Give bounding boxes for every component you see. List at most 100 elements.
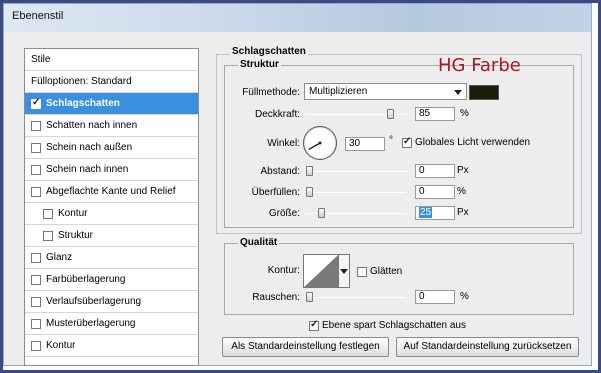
style-checkbox[interactable] [31,274,41,285]
style-list-item[interactable]: Stile [25,49,198,71]
antialias-check-box[interactable] [357,266,367,277]
quality-group [224,243,574,315]
layer-style-dialog: Ebenenstil Stile Fülloptionen: Standard Sc… [3,3,592,366]
section-title: Schlagschatten [230,46,308,57]
spread-label: Überfüllen: [251,187,300,198]
chevron-down-icon [340,269,348,274]
spread-input[interactable]: 0 [415,185,455,199]
contour-preview[interactable] [303,254,339,288]
knockout-checkbox[interactable]: Ebene spart Schlagschatten aus [309,319,466,331]
style-list-item[interactable]: Musterüberlagerung [25,313,198,335]
spread-unit: % [457,186,466,197]
style-list-item[interactable]: Farbüberlagerung [25,269,198,291]
style-list-label: Schatten nach innen [46,120,138,131]
style-checkbox[interactable] [43,230,53,241]
angle-value: 30 [349,138,361,149]
style-list-label: Schlagschatten [46,98,120,109]
style-list-item[interactable]: Struktur [25,225,198,247]
opacity-slider-thumb[interactable] [387,109,394,119]
distance-value: 0 [419,165,425,176]
distance-slider-track[interactable] [306,171,406,172]
style-list-item[interactable]: Kontur [25,203,198,225]
fill-mode-dropdown[interactable]: Multiplizieren [304,83,467,100]
style-list-label: Kontur [46,340,76,351]
chevron-down-icon [454,90,462,95]
style-list-item[interactable]: Fülloptionen: Standard [25,71,198,93]
style-list-item[interactable]: Kontur [25,335,198,357]
opacity-value: 85 [419,108,431,119]
distance-slider-thumb[interactable] [306,166,313,176]
style-checkbox[interactable] [31,142,41,153]
style-list-label: Kontur [58,208,88,219]
style-list-label: Stile [31,54,51,65]
style-list-label: Verlaufsüberlagerung [46,296,142,307]
style-list-item[interactable]: Schatten nach innen [25,115,198,137]
style-list-label: Farbüberlagerung [46,274,126,285]
opacity-label: Deckkraft: [254,109,300,120]
size-slider-thumb[interactable] [318,208,325,218]
style-list-label: Glanz [46,252,73,263]
opacity-input[interactable]: 85 [415,107,455,121]
angle-dial-needle [308,141,322,151]
style-list-item[interactable]: Abgeflachte Kante und Relief [25,181,198,203]
quality-title: Qualität [238,237,280,248]
style-checkbox[interactable] [31,120,41,131]
style-list-label: Abgeflachte Kante und Relief [46,186,176,197]
knockout-check-box[interactable] [309,319,319,331]
set-default-button[interactable]: Als Standardeinstellung festlegen [222,337,389,357]
spread-slider-thumb[interactable] [306,187,313,197]
size-unit: Px [457,207,469,218]
spread-value: 0 [419,186,425,197]
shadow-color-swatch[interactable] [469,85,499,100]
style-list-item[interactable]: Schein nach außen [25,137,198,159]
noise-slider-thumb[interactable] [306,292,313,302]
contour-dropdown[interactable] [339,254,350,288]
fill-mode-value: Multiplizieren [309,86,368,97]
distance-input[interactable]: 0 [415,164,455,178]
style-checkbox[interactable] [31,186,41,197]
noise-input[interactable]: 0 [415,290,455,304]
style-checkbox[interactable] [31,340,41,351]
style-checkbox[interactable] [31,318,41,329]
style-list-label: Musterüberlagerung [46,318,136,329]
size-input[interactable]: 25 [415,206,455,220]
angle-label: Winkel: [267,138,300,149]
reset-default-button[interactable]: Auf Standardeinstellung zurücksetzen [396,337,579,357]
style-list-label: Fülloptionen: Standard [31,76,132,87]
global-light-check-box[interactable] [402,136,412,148]
knockout-label: Ebene spart Schlagschatten aus [322,320,466,331]
annotation-text: HG Farbe [438,55,521,76]
antialias-label: Glätten [370,266,403,277]
style-checkbox[interactable] [31,296,41,307]
contour-label: Kontur: [267,265,300,276]
angle-dial[interactable] [303,126,337,160]
noise-label: Rauschen: [252,292,300,303]
style-list-label: Struktur [58,230,94,241]
style-list-label: Schein nach außen [46,142,133,153]
style-checkbox[interactable] [31,252,41,263]
style-list-item[interactable]: Glanz [25,247,198,269]
antialias-checkbox[interactable]: Glätten [357,266,402,277]
title-bar[interactable]: Ebenenstil [4,4,591,32]
global-light-label: Globales Licht verwenden [415,137,531,148]
structure-title: Struktur [238,59,281,70]
style-list-item[interactable]: Verlaufsüberlagerung [25,291,198,313]
fill-mode-label: Füllmethode: [242,87,300,98]
size-label: Größe: [268,208,300,219]
style-list-item[interactable]: Schein nach innen [25,159,198,181]
spread-slider-track[interactable] [306,192,406,193]
distance-label: Abstand: [260,166,300,177]
noise-slider-track[interactable] [306,297,406,298]
contour-curve-icon [304,255,338,287]
style-list-item[interactable]: Schlagschatten [25,93,198,115]
noise-value: 0 [419,291,425,302]
style-checkbox[interactable] [31,97,41,109]
global-light-checkbox[interactable]: Globales Licht verwenden [402,136,531,148]
angle-unit: ° [389,135,393,146]
distance-unit: Px [457,165,469,176]
style-checkbox[interactable] [31,164,41,175]
noise-unit: % [460,291,469,302]
style-checkbox[interactable] [43,208,53,219]
window-title: Ebenenstil [12,10,64,22]
angle-input[interactable]: 30 [345,137,385,151]
